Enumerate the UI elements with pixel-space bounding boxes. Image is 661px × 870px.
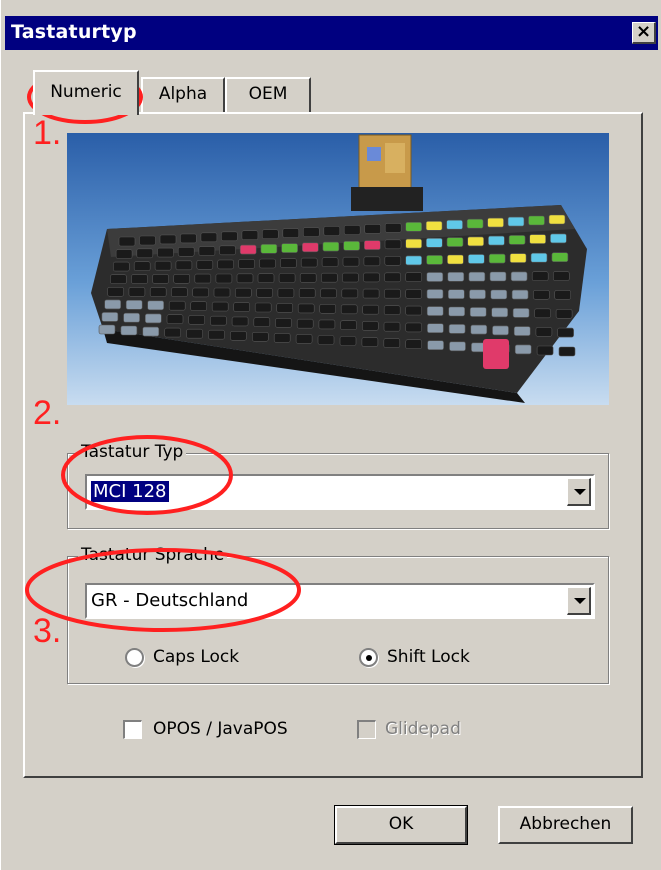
window-title: Tastaturtyp (11, 21, 137, 43)
cancel-button-label: Abbrechen (519, 814, 612, 834)
keyboard-image-icon (67, 133, 609, 405)
close-icon: × (635, 21, 652, 42)
pos-keyboard-photo (67, 133, 609, 405)
annotation-step-3: 3. (33, 612, 62, 650)
annotation-step-1: 1. (33, 114, 62, 152)
tab-oem-label: OEM (248, 84, 288, 104)
close-button[interactable]: × (632, 22, 656, 44)
ok-button-label: OK (388, 814, 414, 834)
shift-lock-radio[interactable] (359, 648, 378, 667)
caps-lock-label[interactable]: Caps Lock (153, 647, 239, 667)
keyboard-language-select[interactable]: GR - Deutschland (85, 583, 595, 619)
keyboard-type-value: MCI 128 (91, 481, 169, 502)
tab-alpha-label: Alpha (158, 84, 208, 104)
keyboard-type-select[interactable]: MCI 128 (85, 474, 595, 510)
glidepad-label: Glidepad (385, 719, 461, 739)
tab-numeric-label: Numeric (50, 82, 122, 102)
glidepad-checkbox (357, 720, 376, 739)
caps-lock-radio[interactable] (125, 648, 144, 667)
opos-javapos-checkbox[interactable] (123, 720, 142, 739)
opos-javapos-label[interactable]: OPOS / JavaPOS (153, 719, 288, 739)
keyboard-type-group-label: Tastatur Typ (78, 442, 187, 462)
chevron-down-icon[interactable] (567, 587, 591, 615)
dialog-window: Tastaturtyp × Numeric Alpha OEM Tastatur… (0, 0, 661, 870)
ok-button[interactable]: OK (334, 805, 468, 845)
tab-numeric[interactable]: Numeric (33, 70, 139, 115)
keyboard-language-group: Tastatur Sprache (67, 545, 609, 684)
title-bar[interactable]: Tastaturtyp × (5, 16, 658, 50)
tab-oem[interactable]: OEM (225, 77, 311, 112)
cancel-button[interactable]: Abbrechen (498, 806, 633, 844)
keyboard-language-group-label: Tastatur Sprache (78, 545, 228, 565)
shift-lock-label[interactable]: Shift Lock (387, 647, 470, 667)
keyboard-language-value: GR - Deutschland (91, 590, 249, 611)
annotation-step-2: 2. (33, 394, 62, 432)
tab-alpha[interactable]: Alpha (141, 77, 225, 112)
chevron-down-icon[interactable] (567, 478, 591, 506)
